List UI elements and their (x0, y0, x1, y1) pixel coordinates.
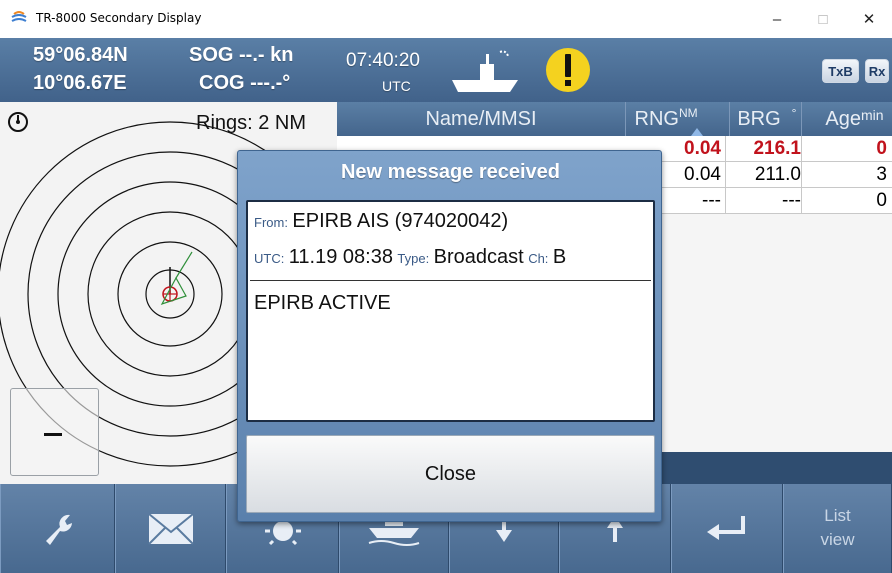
channel-label: Ch: (528, 251, 549, 266)
course-over-ground: COG ---.-° (199, 72, 291, 94)
warning-icon[interactable] (546, 48, 590, 92)
channel-value: B (552, 246, 567, 268)
row-bearing: 216.1 (753, 138, 801, 159)
column-header-rng[interactable]: RNG (625, 102, 679, 136)
column-divider (801, 136, 802, 214)
column-header-age[interactable]: Age (801, 102, 861, 136)
clock-timezone: UTC (382, 78, 411, 94)
minimize-button[interactable]: – (754, 0, 800, 38)
list-view-label-line2: view (820, 530, 855, 549)
message-content: From: EPIRB AIS (974020042) UTC: 11.19 0… (246, 200, 655, 422)
target-list-header: Name/MMSI RNG NM BRG ° Age min (337, 102, 892, 136)
maximize-button[interactable]: □ (800, 0, 846, 38)
type-value: Broadcast (433, 246, 524, 268)
app-window: TR-8000 Secondary Display – □ ✕ 59°06.84… (0, 0, 892, 573)
zoom-out-button[interactable] (10, 388, 99, 476)
utc-label: UTC: (254, 251, 285, 266)
messages-button[interactable] (115, 484, 226, 573)
from-label: From: (254, 215, 288, 230)
row-bearing: 211.0 (754, 164, 801, 185)
type-label: Type: (397, 251, 430, 266)
column-separator (625, 102, 626, 136)
column-header-name[interactable]: Name/MMSI (337, 102, 625, 136)
close-dialog-button[interactable]: Close (246, 435, 655, 513)
speed-over-ground: SOG --.- kn (189, 44, 294, 66)
close-window-button[interactable]: ✕ (846, 0, 892, 38)
column-header-age-unit: min (861, 107, 884, 123)
status-header: 59°06.84N 10°06.67E SOG --.- kn COG ---.… (0, 38, 892, 102)
message-dialog: New message received From: EPIRB AIS (97… (237, 150, 662, 522)
message-divider (250, 280, 651, 281)
clock-time: 07:40:20 (346, 50, 420, 71)
rings-range-label: Rings: 2 NM (196, 112, 307, 134)
ship-wave-icon (11, 11, 27, 22)
rx-status-badge: Rx (865, 59, 889, 83)
window-title: TR-8000 Secondary Display (36, 11, 202, 25)
column-header-brg[interactable]: BRG (729, 102, 789, 136)
latitude: 59°06.84N (33, 44, 128, 66)
dialog-title: New message received (340, 161, 561, 183)
settings-button[interactable] (0, 484, 115, 573)
txb-status-badge: TxB (822, 59, 859, 83)
row-age: 0 (876, 190, 887, 211)
column-header-brg-unit: ° (791, 106, 797, 120)
title-bar: TR-8000 Secondary Display – □ ✕ (0, 0, 892, 38)
column-divider (725, 136, 726, 214)
row-age: 0 (876, 138, 887, 159)
enter-button[interactable] (671, 484, 783, 573)
row-bearing: --- (782, 190, 801, 211)
wrench-icon (45, 514, 72, 545)
from-value: EPIRB AIS (974020042) (292, 210, 509, 232)
ship-icon (452, 50, 518, 92)
list-view-label-line1: List (824, 506, 851, 525)
own-ship-marker (162, 267, 178, 302)
longitude: 10°06.67E (33, 72, 127, 94)
utc-value: 11.19 08:38 (288, 246, 393, 268)
enter-icon (707, 515, 745, 540)
message-from-line: From: EPIRB AIS (974020042) (254, 210, 508, 233)
column-header-rng-unit: NM (679, 106, 698, 120)
sort-ascending-icon (691, 128, 703, 136)
message-body: EPIRB ACTIVE (254, 292, 391, 314)
envelope-icon (147, 512, 194, 545)
message-meta-line: UTC: 11.19 08:38 Type: Broadcast Ch: B (254, 246, 566, 269)
list-view-button[interactable]: List view (783, 484, 892, 573)
compass-icon[interactable] (8, 112, 28, 132)
row-age: 3 (876, 164, 887, 185)
